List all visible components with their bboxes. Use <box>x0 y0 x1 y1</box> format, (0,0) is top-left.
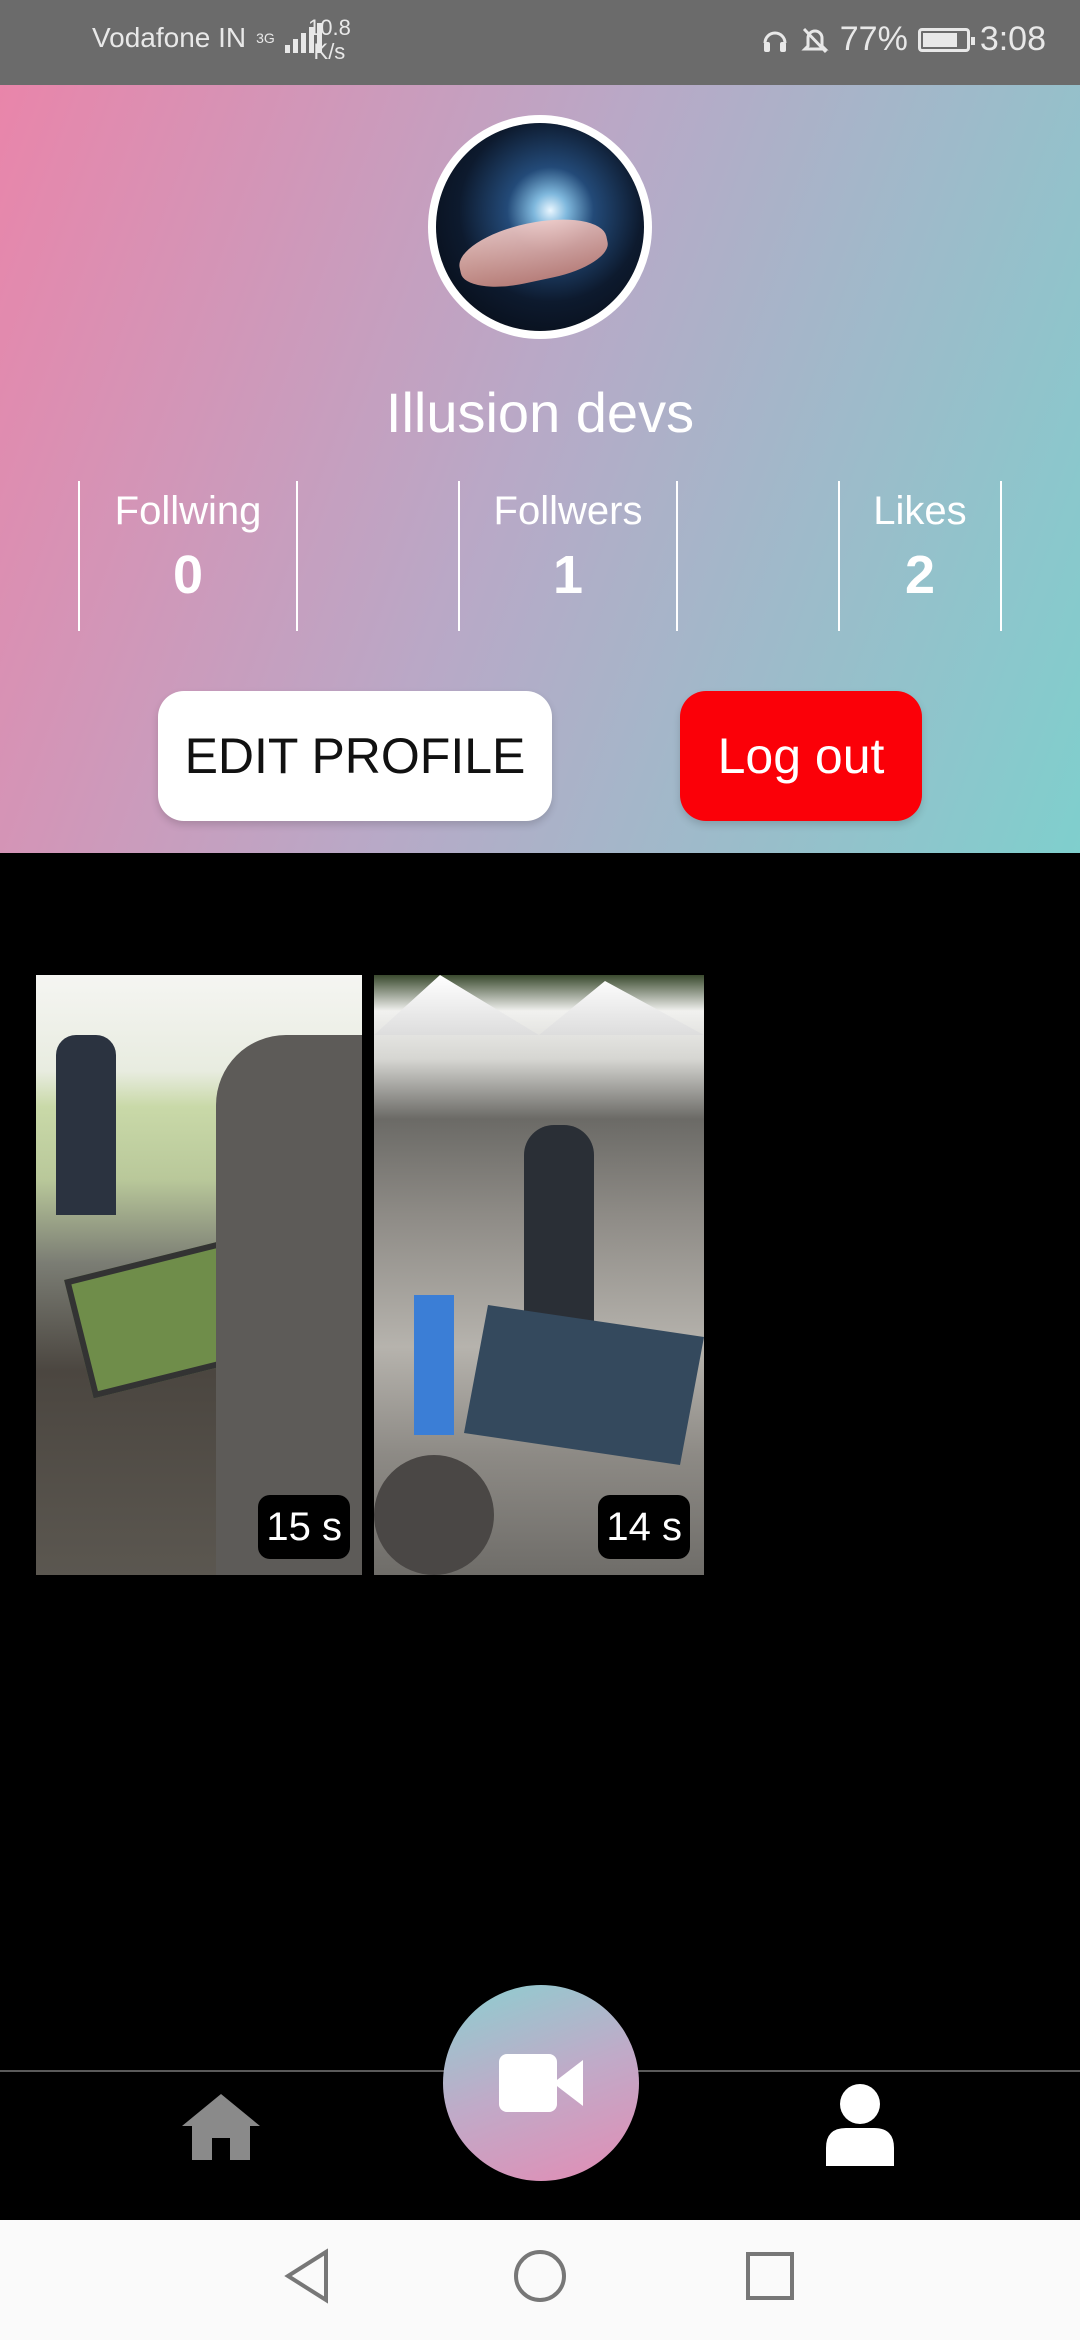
network-speed: 10.8 K/s <box>308 16 351 64</box>
back-icon[interactable] <box>282 2248 332 2304</box>
home-icon[interactable] <box>176 2090 266 2162</box>
stat-label: Likes <box>873 489 967 533</box>
carrier-name: Vodafone IN <box>92 22 247 53</box>
tent-shape <box>374 975 704 1035</box>
status-bar: Vodafone IN 3G 10.8 K/s 77% 3:08 <box>0 0 1080 85</box>
profile-name: Illusion devs <box>385 381 695 444</box>
logout-button[interactable]: Log out <box>680 691 922 821</box>
headphones-icon <box>763 31 787 52</box>
video-thumbnail[interactable]: 14 s <box>374 975 704 1575</box>
stat-value: 2 <box>904 545 936 605</box>
bell-off-icon <box>801 27 829 53</box>
illusion-shape <box>464 1305 704 1465</box>
clock: 3:08 <box>979 20 1046 58</box>
video-duration: 15 s <box>258 1495 350 1559</box>
video-duration: 14 s <box>598 1495 690 1559</box>
waterfall-shape <box>414 1295 454 1435</box>
system-nav-bar <box>0 2220 1080 2340</box>
video-camera-icon <box>499 2054 583 2112</box>
stat-following: Follwing 0 <box>78 481 298 631</box>
stat-likes: Likes 2 <box>838 481 1002 631</box>
battery-percent: 77% <box>839 20 908 58</box>
video-thumbnail[interactable]: 15 s <box>36 975 362 1575</box>
person-shape <box>216 1035 362 1575</box>
bear-shape <box>374 1455 494 1575</box>
avatar[interactable] <box>428 115 652 339</box>
avatar-image <box>436 123 644 331</box>
user-icon[interactable] <box>822 2082 898 2166</box>
record-video-button[interactable] <box>443 1985 639 2181</box>
stat-value: 0 <box>172 545 204 605</box>
stat-label: Follwing <box>114 489 262 533</box>
stat-label: Follwers <box>493 489 643 533</box>
profile-header: Illusion devs Follwing 0 Follwers 1 Like… <box>0 85 1080 853</box>
stat-followers: Follwers 1 <box>458 481 678 631</box>
home-circle-icon[interactable] <box>512 2248 568 2304</box>
carrier-info: Vodafone IN 3G <box>92 22 322 54</box>
battery-icon <box>917 27 975 52</box>
stat-value: 1 <box>552 545 584 605</box>
network-type: 3G <box>256 30 275 46</box>
speed-value: 10.8 <box>308 15 351 40</box>
recents-icon[interactable] <box>744 2250 796 2302</box>
status-icons: 77% 3:08 <box>760 20 1046 59</box>
speed-unit: K/s <box>313 39 346 64</box>
person-shape <box>56 1035 116 1215</box>
edit-profile-button[interactable]: EDIT PROFILE <box>158 691 552 821</box>
hand-shape <box>453 208 613 296</box>
